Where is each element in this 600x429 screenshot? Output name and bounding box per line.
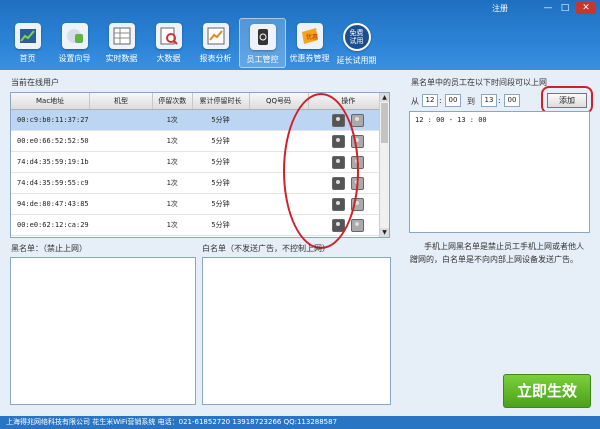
toolbar-report[interactable]: 报表分析 <box>192 18 239 68</box>
mac-cell: 74:d4:35:59:19:1b <box>11 151 90 173</box>
realtime-data-icon <box>108 23 135 49</box>
scroll-up-icon[interactable]: ▲ <box>380 93 389 102</box>
from-hour-input[interactable]: 12 <box>422 94 438 107</box>
toolbar-label: 优惠券管理 <box>289 54 330 63</box>
staff-control-icon <box>249 24 276 50</box>
wizard-icon <box>61 23 88 49</box>
col-visits[interactable]: 停留次数 <box>152 93 193 110</box>
highlight-circle-actions <box>283 93 359 249</box>
mac-cell: 00:e0:62:12:ca:29 <box>11 214 90 236</box>
duration-cell: 5分钟 <box>192 130 250 152</box>
to-label: 到 <box>467 97 475 106</box>
free-trial-icon: 免费 试用 <box>342 23 371 51</box>
title-bar: 注册 — □ ✕ 首页 设置向导 实时数据 大数据 报表分析 员工管控 优惠 优… <box>0 0 600 70</box>
model-cell <box>89 151 153 173</box>
model-cell <box>89 172 153 194</box>
register-link[interactable]: 注册 <box>492 3 508 14</box>
duration-cell: 5分钟 <box>192 214 250 236</box>
whitelist-user-icon[interactable] <box>351 218 365 232</box>
toolbar-label: 首页 <box>19 54 36 63</box>
whitelist-title: 白名单（不发送广告，不控制上网） <box>202 244 330 253</box>
whitelist-user-icon[interactable] <box>351 113 365 127</box>
scroll-thumb[interactable] <box>381 103 388 143</box>
toolbar-label: 员工管控 <box>246 55 279 64</box>
close-icon[interactable]: ✕ <box>576 2 596 14</box>
mac-cell: 94:de:80:47:43:85 <box>11 193 90 215</box>
scroll-down-icon[interactable]: ▼ <box>380 228 389 237</box>
restore-icon[interactable]: □ <box>558 2 572 14</box>
visits-cell: 1次 <box>152 214 193 236</box>
toolbar-wizard[interactable]: 设置向导 <box>51 18 98 68</box>
toolbar-label: 实时数据 <box>105 54 138 63</box>
visits-cell: 1次 <box>152 193 193 215</box>
model-cell <box>89 214 153 236</box>
from-label: 从 <box>411 97 419 106</box>
col-model[interactable]: 机型 <box>89 93 153 110</box>
toolbar-label: 设置向导 <box>58 54 91 63</box>
visits-cell: 1次 <box>152 151 193 173</box>
policy-note: 手机上网黑名单是禁止员工手机上网或者他人蹭网的，白名单是不向内部上网设备发送广告… <box>410 242 584 264</box>
online-users-title: 当前在线用户 <box>11 78 59 87</box>
visits-cell: 1次 <box>152 130 193 152</box>
toolbar-coupon[interactable]: 优惠 优惠券管理 <box>286 18 333 68</box>
toolbar-realtime[interactable]: 实时数据 <box>98 18 145 68</box>
to-hour-input[interactable]: 13 <box>481 94 497 107</box>
svg-text:优惠: 优惠 <box>306 33 318 41</box>
col-duration[interactable]: 累计停留时长 <box>192 93 250 110</box>
toolbar-home[interactable]: 首页 <box>4 18 51 68</box>
report-icon <box>202 23 229 49</box>
home-chart-icon <box>14 23 41 49</box>
duration-cell: 5分钟 <box>192 109 250 131</box>
mac-cell: 00:e0:66:52:52:50 <box>11 130 90 152</box>
visits-cell: 1次 <box>152 109 193 131</box>
blacklist-box[interactable] <box>10 257 196 405</box>
minimize-icon[interactable]: — <box>541 2 555 14</box>
schedule-title: 黑名单中的员工在以下时间段可以上网 <box>411 78 547 87</box>
duration-cell: 5分钟 <box>192 172 250 194</box>
bigdata-icon <box>155 23 182 49</box>
model-cell <box>89 130 153 152</box>
toolbar-label: 报表分析 <box>199 54 232 63</box>
table-scrollbar[interactable]: ▲ ▼ <box>379 93 389 237</box>
status-bar: 上海得兆网络科技有限公司 花生米WiFi营销系统 电话：021-61852720… <box>0 416 600 429</box>
duration-cell: 5分钟 <box>192 193 250 215</box>
mac-cell: 00:c9:b0:11:37:27 <box>11 109 90 131</box>
col-mac[interactable]: Mac地址 <box>11 93 91 110</box>
blacklist-title: 黑名单：（禁止上网） <box>11 244 87 253</box>
free-trial-badge: 免费 试用 <box>349 29 364 45</box>
toolbar-bigdata[interactable]: 大数据 <box>145 18 192 68</box>
schedule-list[interactable]: 12 : 00 - 13 : 00 <box>409 111 590 233</box>
duration-cell: 5分钟 <box>192 151 250 173</box>
visits-cell: 1次 <box>152 172 193 194</box>
main-toolbar: 首页 设置向导 实时数据 大数据 报表分析 员工管控 优惠 优惠券管理 免费 试… <box>4 18 380 68</box>
model-cell <box>89 193 153 215</box>
apply-now-button[interactable]: 立即生效 <box>503 374 591 408</box>
highlight-circle-add <box>541 86 593 114</box>
coupon-icon: 优惠 <box>296 23 323 49</box>
whitelist-box[interactable] <box>202 257 391 405</box>
toolbar-free-trial[interactable]: 免费 试用 延长试用期 <box>333 18 380 68</box>
toolbar-label: 大数据 <box>156 54 181 63</box>
schedule-entry[interactable]: 12 : 00 - 13 : 00 <box>410 112 589 128</box>
mac-cell: 74:d4:35:59:55:c9 <box>11 172 90 194</box>
toolbar-label: 延长试用期 <box>336 56 377 65</box>
from-minute-input[interactable]: 00 <box>445 94 461 107</box>
toolbar-staff-control[interactable]: 员工管控 <box>239 18 286 68</box>
to-minute-input[interactable]: 00 <box>504 94 520 107</box>
model-cell <box>89 109 153 131</box>
